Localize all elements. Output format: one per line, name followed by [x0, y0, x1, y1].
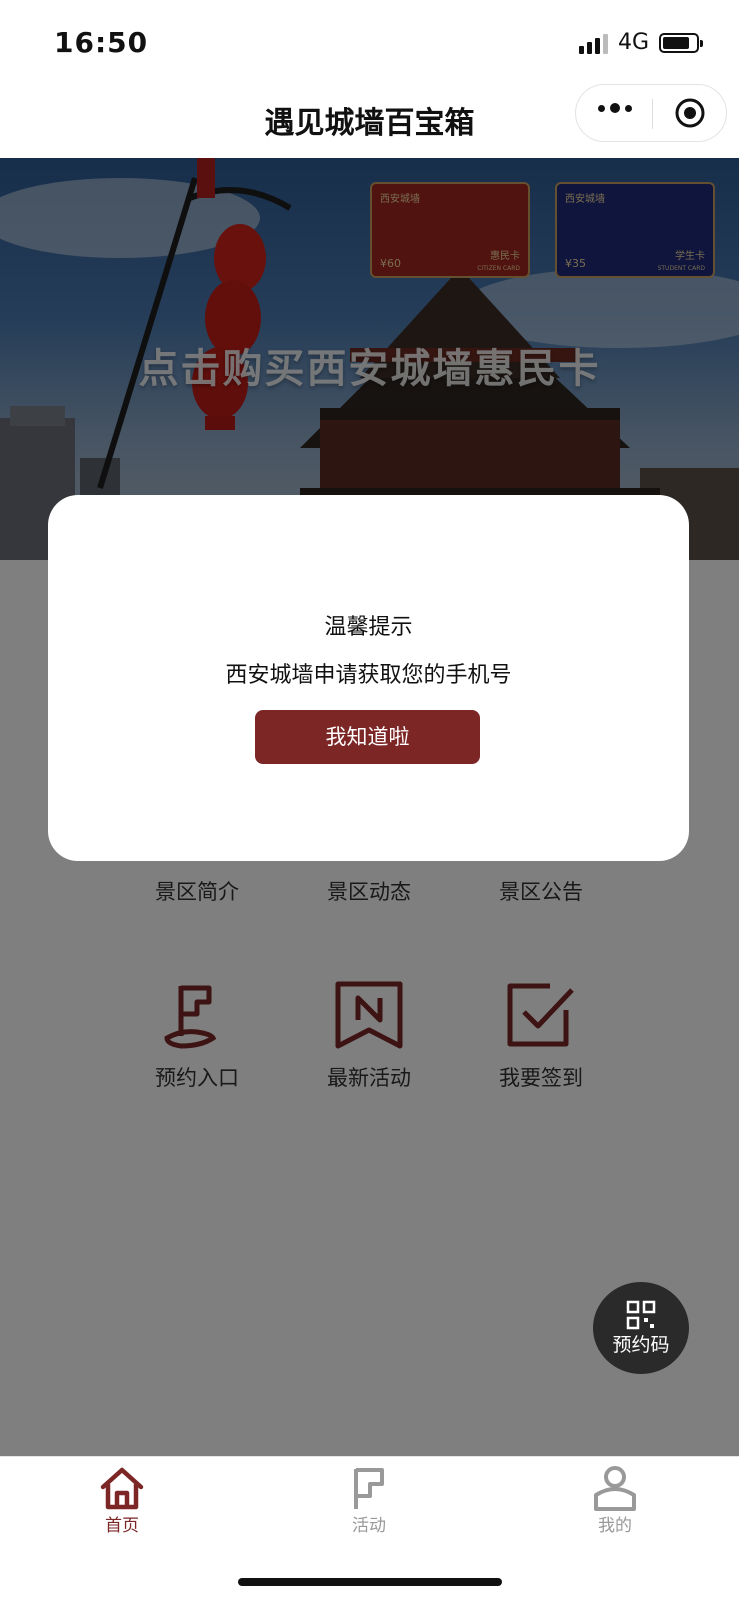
- battery-icon: [659, 32, 703, 53]
- qr-code-icon: [626, 1300, 656, 1330]
- tip-dialog: 温馨提示 西安城墙申请获取您的手机号 我知道啦: [48, 495, 689, 861]
- close-target-icon[interactable]: [674, 97, 706, 129]
- network-type: 4G: [617, 30, 649, 55]
- home-icon: [100, 1467, 144, 1510]
- signal-icon: [578, 32, 608, 54]
- home-indicator: [238, 1578, 502, 1586]
- tab-activity-label: 活动: [352, 1516, 386, 1536]
- reservation-code-button[interactable]: 预约码: [593, 1282, 689, 1374]
- tab-mine[interactable]: 我的: [555, 1465, 675, 1536]
- flag-icon: [354, 1468, 384, 1509]
- nav-bar: 遇见城墙百宝箱: [0, 84, 739, 158]
- reservation-code-label: 预约码: [612, 1334, 670, 1356]
- tab-mine-label: 我的: [598, 1516, 632, 1536]
- user-icon: [594, 1466, 636, 1511]
- tab-activity[interactable]: 活动: [309, 1465, 429, 1536]
- tab-home-label: 首页: [105, 1516, 139, 1536]
- status-indicators: 4G: [578, 30, 703, 55]
- tab-home[interactable]: 首页: [62, 1465, 182, 1536]
- miniprogram-capsule: [575, 84, 727, 142]
- dialog-title: 温馨提示: [324, 615, 413, 640]
- more-icon[interactable]: [598, 103, 632, 113]
- dialog-message: 西安城墙申请获取您的手机号: [225, 663, 512, 688]
- status-bar: 16:50 4G: [0, 0, 739, 84]
- status-time: 16:50: [54, 26, 149, 59]
- capsule-divider: [652, 99, 653, 129]
- acknowledge-button[interactable]: 我知道啦: [255, 710, 480, 764]
